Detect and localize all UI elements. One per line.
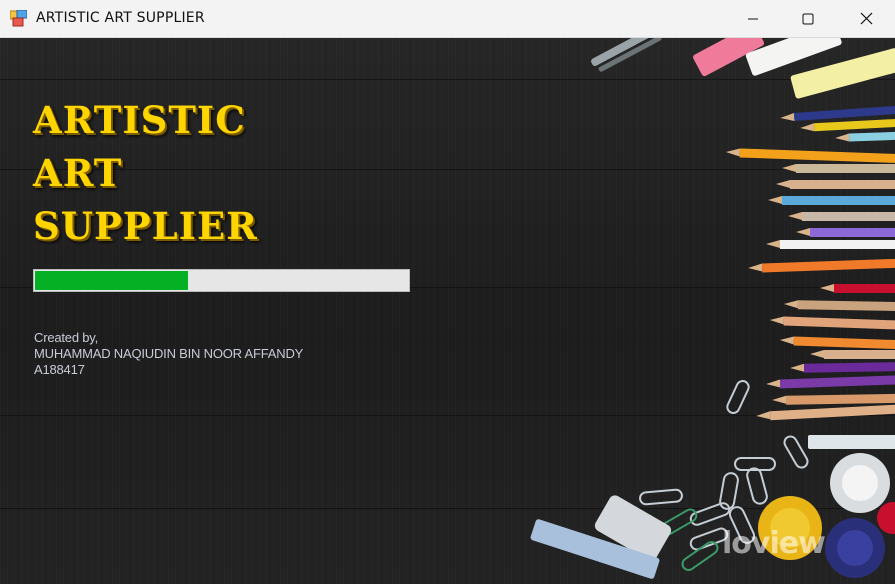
maximize-button[interactable] xyxy=(785,0,831,37)
progress-fill xyxy=(35,271,188,290)
colored-pencils-icon xyxy=(725,104,895,421)
splash-window: ARTISTIC ART SUPPLIER loview ARTISTIC AR… xyxy=(0,0,895,584)
title-bar[interactable]: ARTISTIC ART SUPPLIER xyxy=(0,0,895,38)
watermark-text: loview xyxy=(722,526,826,561)
chalk-stick-icon xyxy=(808,435,895,449)
credits-label: Created by, xyxy=(34,330,99,345)
headline-line-3: SUPPLIER xyxy=(33,204,258,248)
minimize-icon xyxy=(748,18,758,19)
headline-line-1: ARTISTIC xyxy=(33,98,246,142)
app-headline: ARTISTIC ART SUPPLIER xyxy=(33,94,258,253)
close-button[interactable] xyxy=(843,0,889,37)
window-title: ARTISTIC ART SUPPLIER xyxy=(36,10,205,26)
app-window-icon xyxy=(10,10,27,27)
loading-progress-bar xyxy=(33,269,410,292)
student-id: A188417 xyxy=(34,362,85,377)
compass-icon xyxy=(591,38,673,72)
author-name: MUHAMMAD NAQIUDIN BIN NOOR AFFANDY xyxy=(34,346,304,361)
close-icon xyxy=(860,12,872,25)
maximize-icon xyxy=(802,13,814,24)
chalk-sticks-icon xyxy=(693,38,895,99)
credits-block: Created by, MUHAMMAD NAQIUDIN BIN NOOR A… xyxy=(34,330,303,378)
minimize-button[interactable] xyxy=(730,0,776,37)
splash-background: loview ARTISTIC ART SUPPLIER Created by,… xyxy=(0,38,895,584)
headline-line-2: ART xyxy=(33,151,123,195)
